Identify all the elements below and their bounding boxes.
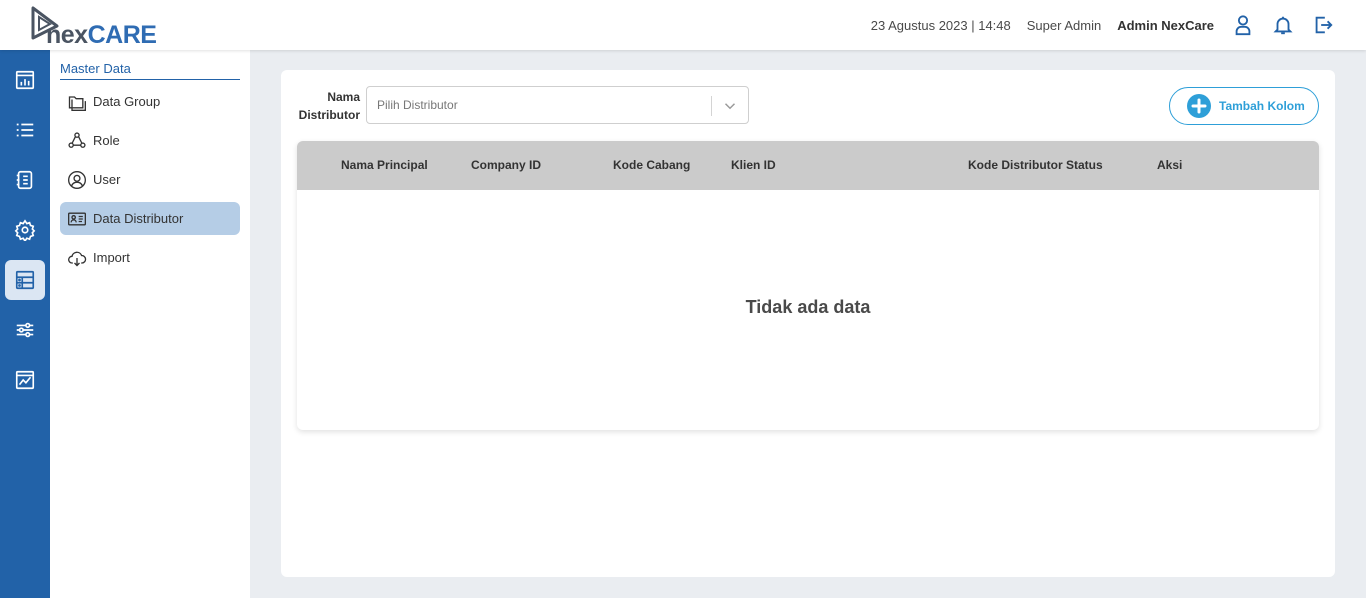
id-card-icon	[66, 208, 88, 230]
icon-rail	[0, 50, 50, 598]
sliders-icon	[16, 322, 34, 338]
submenu-item-data-distributor[interactable]: Data Distributor	[60, 202, 240, 235]
chevron-down-icon[interactable]	[721, 97, 739, 115]
distributor-select[interactable]: Pilih Distributor	[366, 86, 749, 124]
column-header-company-id[interactable]: Company ID	[471, 158, 541, 172]
column-header-kode-distributor-status[interactable]: Kode Distributor Status	[968, 158, 1103, 172]
rail-settings[interactable]	[5, 210, 45, 250]
list-icon	[16, 123, 34, 137]
folders-icon	[66, 91, 88, 113]
header-datetime: 23 Agustus 2023 | 14:48	[870, 17, 1011, 33]
column-header-klien-id[interactable]: Klien ID	[731, 158, 776, 172]
header-username: Admin NexCare	[1117, 17, 1214, 33]
bell-icon[interactable]	[1272, 14, 1294, 36]
logo-care: CARE	[87, 21, 157, 49]
distributor-filter-label: Nama Distributor	[298, 88, 360, 124]
header-role: Super Admin	[1026, 17, 1102, 33]
logo-nex: nex	[46, 21, 88, 49]
document-icon	[16, 170, 33, 190]
dashboard-icon	[15, 70, 35, 90]
submenu-item-label: Role	[93, 133, 120, 148]
nexcare-logo[interactable]: nexCARE	[30, 6, 157, 49]
rail-sliders[interactable]	[5, 310, 45, 350]
submenu-item-data-group[interactable]: Data Group	[60, 85, 240, 118]
filter-label-line2: Distributor	[298, 108, 360, 122]
top-header: nexCARE 23 Agustus 2023 | 14:48 Super Ad…	[0, 0, 1366, 50]
submenu-item-role[interactable]: Role	[60, 124, 240, 157]
filter-label-line1: Nama	[327, 90, 360, 104]
distributor-select-placeholder: Pilih Distributor	[377, 98, 458, 112]
column-header-aksi[interactable]: Aksi	[1157, 158, 1182, 172]
add-column-button[interactable]: Tambah Kolom	[1169, 87, 1319, 125]
rail-report[interactable]	[5, 360, 45, 400]
rail-list[interactable]	[5, 110, 45, 150]
user-circle-icon	[66, 169, 88, 191]
header-right: 23 Agustus 2023 | 14:48 Super Admin Admi…	[871, 0, 1366, 50]
submenu-panel: Master Data Data Group Role User Data Di…	[50, 50, 250, 598]
distributor-table: Nama Principal Company ID Kode Cabang Kl…	[297, 141, 1319, 430]
table-header: Nama Principal Company ID Kode Cabang Kl…	[297, 141, 1319, 190]
column-header-nama-principal[interactable]: Nama Principal	[341, 158, 428, 172]
logo-wordmark: nexCARE	[46, 21, 157, 49]
submenu-item-label: Import	[93, 250, 130, 265]
plus-circle-icon	[1187, 94, 1211, 118]
submenu-item-user[interactable]: User	[60, 163, 240, 196]
submenu-item-label: Data Distributor	[93, 211, 184, 226]
logout-icon[interactable]	[1312, 14, 1334, 36]
settings-icon	[14, 219, 36, 241]
rail-master-data[interactable]	[5, 260, 45, 300]
empty-state-text: Tidak ada data	[745, 297, 871, 317]
report-chart-icon	[15, 370, 35, 390]
rail-document[interactable]	[5, 160, 45, 200]
submenu-item-label: Data Group	[93, 94, 161, 109]
submenu-item-import[interactable]: Import	[60, 241, 240, 274]
main-card: Nama Distributor Pilih Distributor Tamba…	[281, 70, 1335, 577]
user-icon[interactable]	[1232, 14, 1254, 36]
column-header-kode-cabang[interactable]: Kode Cabang	[613, 158, 690, 172]
add-column-label: Tambah Kolom	[1219, 99, 1305, 113]
cloud-download-icon	[66, 247, 88, 269]
master-data-icon	[15, 270, 35, 290]
select-separator	[711, 96, 712, 116]
role-network-icon	[66, 130, 88, 152]
submenu-title: Master Data	[60, 61, 240, 80]
submenu-item-label: User	[93, 172, 121, 187]
rail-dashboard[interactable]	[5, 60, 45, 100]
